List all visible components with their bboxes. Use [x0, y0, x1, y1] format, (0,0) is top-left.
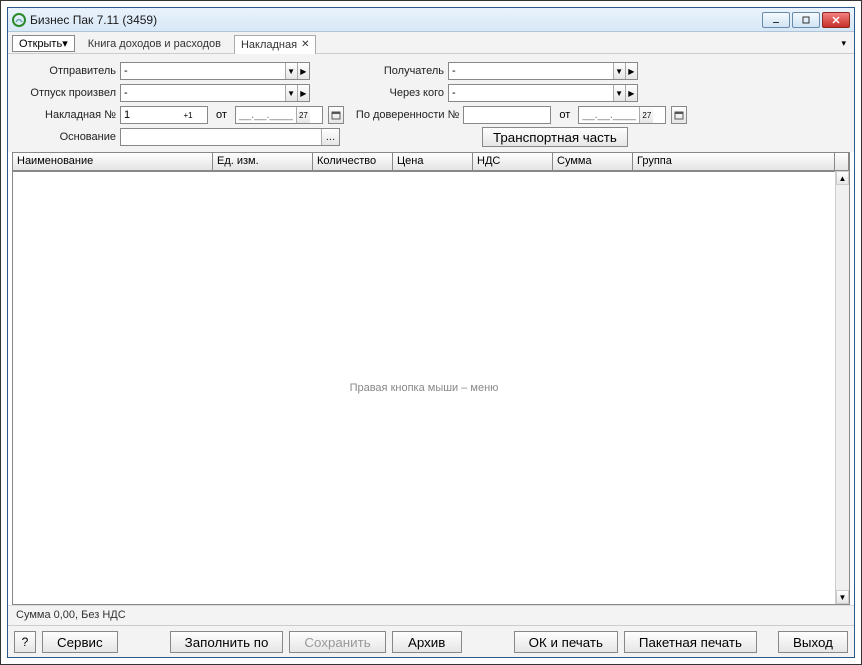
date2-input[interactable]	[579, 107, 639, 123]
invoice-no-label: Накладная №	[16, 109, 116, 121]
form-area: Отправитель ▼ ▶ Получатель ▼ ▶ Отпуск пр…	[8, 54, 854, 152]
calendar-icon[interactable]	[328, 106, 344, 124]
exit-button[interactable]: Выход	[778, 631, 848, 653]
lookup-icon[interactable]: ▶	[297, 85, 309, 101]
maximize-button[interactable]	[792, 12, 820, 28]
table-body[interactable]: Правая кнопка мыши – меню	[13, 171, 835, 604]
basis-input[interactable]	[121, 129, 321, 145]
save-button[interactable]: Сохранить	[289, 631, 385, 653]
vertical-scrollbar[interactable]: ▲ ▼	[835, 171, 849, 604]
basis-field[interactable]: …	[120, 128, 340, 146]
from-label: от	[212, 109, 231, 121]
via-input[interactable]	[449, 85, 613, 101]
sender-input[interactable]	[121, 63, 285, 79]
bottom-toolbar: ? Сервис Заполнить по Сохранить Архив ОК…	[8, 625, 854, 657]
ellipsis-icon[interactable]: …	[321, 129, 339, 145]
title-bar: Бизнес Пак 7.11 (3459)	[8, 8, 854, 32]
ok-print-button[interactable]: ОК и печать	[514, 631, 618, 653]
chevron-down-icon[interactable]: ▼	[285, 85, 297, 101]
proxy-field[interactable]	[463, 106, 551, 124]
open-button[interactable]: Открыть▾	[12, 35, 75, 52]
lookup-icon[interactable]: ▶	[625, 85, 637, 101]
spin-up-icon[interactable]: +1	[181, 111, 195, 120]
status-text: Сумма 0,00, Без НДС	[16, 609, 126, 621]
col-vat[interactable]: НДС	[473, 153, 553, 171]
help-button[interactable]: ?	[14, 631, 36, 653]
tab-invoice[interactable]: Накладная ✕	[234, 35, 317, 54]
receiver-input[interactable]	[449, 63, 613, 79]
chevron-down-icon[interactable]: ▼	[613, 63, 625, 79]
scrollbar-track[interactable]	[836, 185, 849, 590]
col-price[interactable]: Цена	[393, 153, 473, 171]
sender-combo[interactable]: ▼ ▶	[120, 62, 310, 80]
sender-label: Отправитель	[16, 65, 116, 77]
items-table: Наименование Ед. изм. Количество Цена НД…	[12, 152, 850, 605]
status-bar: Сумма 0,00, Без НДС	[8, 605, 854, 625]
tab-overflow-dropdown[interactable]: ▾	[837, 38, 850, 49]
date1-field[interactable]: 27	[235, 106, 323, 124]
col-group[interactable]: Группа	[633, 153, 835, 171]
tab-income-book[interactable]: Книга доходов и расходов	[81, 34, 228, 53]
via-combo[interactable]: ▼ ▶	[448, 84, 638, 102]
receiver-combo[interactable]: ▼ ▶	[448, 62, 638, 80]
scroll-up-icon[interactable]: ▲	[836, 171, 849, 185]
lookup-icon[interactable]: ▶	[625, 63, 637, 79]
proxy-input[interactable]	[464, 107, 550, 123]
receiver-label: Получатель	[334, 65, 444, 77]
context-menu-hint: Правая кнопка мыши – меню	[350, 382, 499, 394]
col-sum[interactable]: Сумма	[553, 153, 633, 171]
archive-button[interactable]: Архив	[392, 631, 462, 653]
calendar-icon[interactable]	[671, 106, 687, 124]
close-button[interactable]	[822, 12, 850, 28]
chevron-down-icon[interactable]: ▼	[285, 63, 297, 79]
date1-input[interactable]	[236, 107, 296, 123]
col-qty[interactable]: Количество	[313, 153, 393, 171]
window-title: Бизнес Пак 7.11 (3459)	[30, 13, 762, 27]
fill-by-button[interactable]: Заполнить по	[170, 631, 284, 653]
col-unit[interactable]: Ед. изм.	[213, 153, 313, 171]
minimize-button[interactable]	[762, 12, 790, 28]
service-button[interactable]: Сервис	[42, 631, 118, 653]
col-name[interactable]: Наименование	[13, 153, 213, 171]
date2-btn[interactable]: 27	[639, 107, 653, 123]
via-label: Через кого	[334, 87, 444, 99]
table-header: Наименование Ед. изм. Количество Цена НД…	[13, 153, 849, 171]
transport-part-button[interactable]: Транспортная часть	[482, 127, 628, 147]
batch-print-button[interactable]: Пакетная печать	[624, 631, 757, 653]
release-input[interactable]	[121, 85, 285, 101]
app-icon	[12, 13, 26, 27]
proxy-label: По доверенности №	[356, 109, 460, 121]
date2-field[interactable]: 27	[578, 106, 666, 124]
release-combo[interactable]: ▼ ▶	[120, 84, 310, 102]
scroll-down-icon[interactable]: ▼	[836, 590, 849, 604]
help-icon: ?	[22, 635, 29, 649]
date1-btn[interactable]: 27	[296, 107, 310, 123]
close-tab-icon[interactable]: ✕	[301, 39, 309, 50]
col-scroll-spacer	[835, 153, 849, 171]
release-label: Отпуск произвел	[16, 87, 116, 99]
chevron-down-icon[interactable]: ▼	[613, 85, 625, 101]
from-label2: от	[555, 109, 574, 121]
invoice-no-input[interactable]	[121, 107, 181, 123]
tab-label: Книга доходов и расходов	[88, 38, 221, 50]
basis-label: Основание	[16, 131, 116, 143]
tab-bar: Открыть▾ Книга доходов и расходов Наклад…	[8, 32, 854, 54]
lookup-icon[interactable]: ▶	[297, 63, 309, 79]
invoice-no-spinner[interactable]: +1	[120, 106, 208, 124]
tab-label: Накладная	[241, 39, 297, 51]
